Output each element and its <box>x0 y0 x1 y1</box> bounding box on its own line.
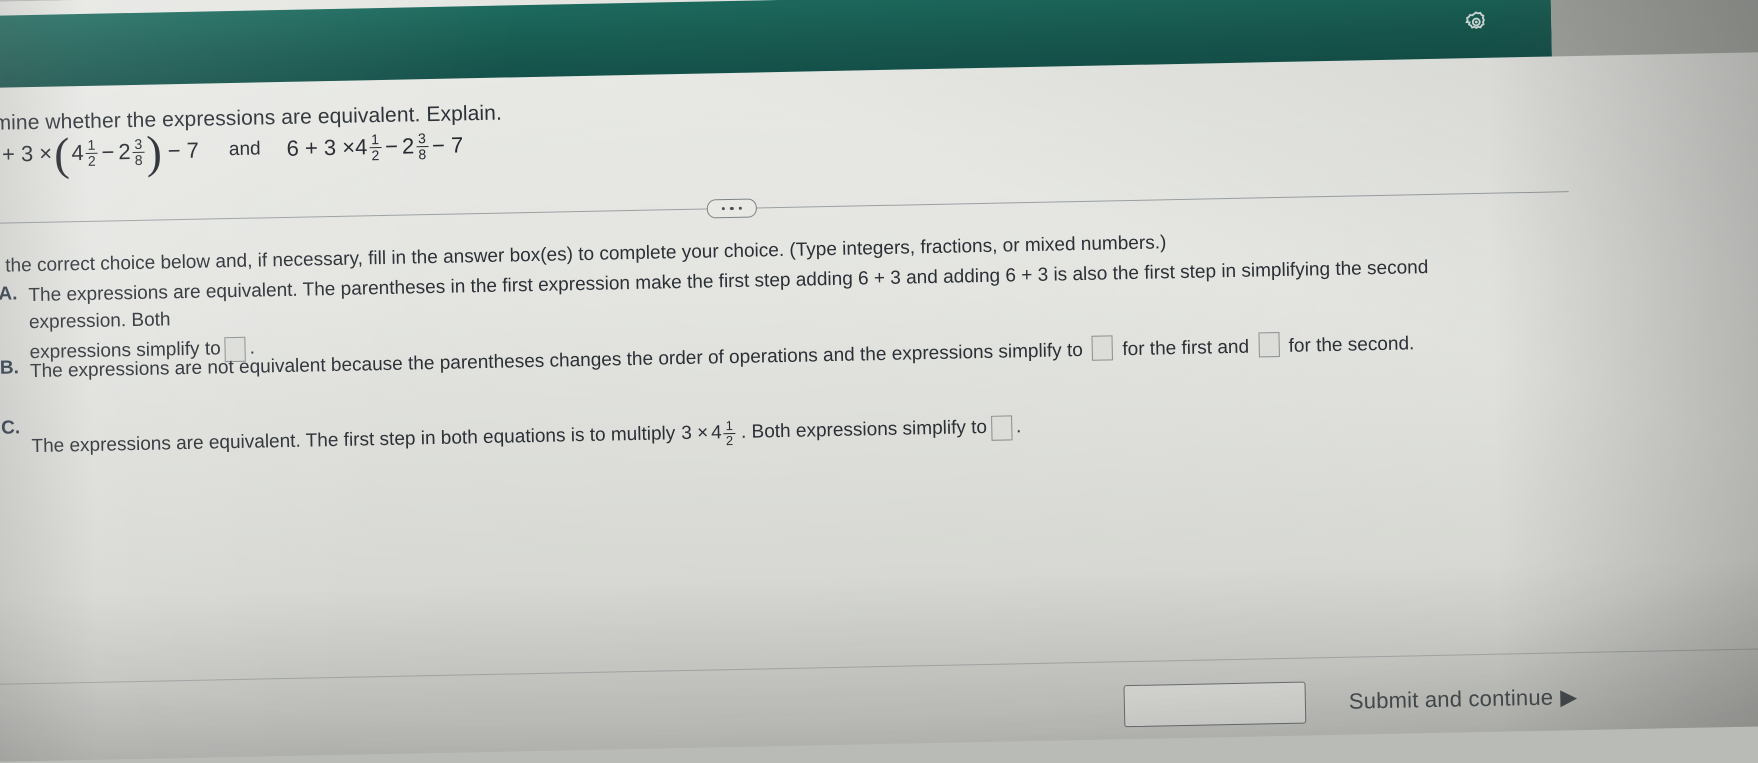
expr2-mixed-two-whole: 2 <box>402 134 415 160</box>
answer-box-c[interactable] <box>991 415 1012 440</box>
submit-label: Submit and continue <box>1349 685 1554 715</box>
expr1-mixed-one-whole: 4 <box>71 140 84 166</box>
ellipsis-dot <box>738 207 741 210</box>
expr1-mixed-one-fraction: 1 2 <box>85 138 97 169</box>
expr2-lead: 6 + 3 × <box>286 135 355 162</box>
play-arrow-icon: ▶ <box>1560 684 1578 710</box>
numerator: 3 <box>416 131 428 146</box>
exercise-page: etermine whether the expressions are equ… <box>0 52 1758 762</box>
choice-c-mixed: 4 1 2 <box>711 419 735 448</box>
denominator: 2 <box>86 152 98 168</box>
ellipsis-dot <box>722 207 725 210</box>
numerator: 3 <box>132 137 144 152</box>
footer-divider <box>0 648 1758 686</box>
choice-letter-a: A. <box>0 283 18 305</box>
choice-c-text-after: . <box>1016 414 1022 441</box>
expr2-mixed-one-fraction: 1 2 <box>369 132 381 163</box>
answer-box-b-first[interactable] <box>1092 335 1113 360</box>
expr2-minus: − <box>385 134 398 160</box>
expr1-mixed-two-fraction: 3 8 <box>132 137 144 168</box>
expr2-mixed-one: 4 1 2 <box>355 132 382 163</box>
expr2-mixed-two: 2 3 8 <box>402 131 429 162</box>
expr1-mixed-one: 4 1 2 <box>71 138 98 169</box>
numerator: 1 <box>369 132 381 147</box>
denominator: 2 <box>369 147 381 163</box>
problem-expressions: 6 + 3 × ( 4 1 2 − 2 3 8 ) <box>0 130 468 170</box>
ellipsis-button[interactable] <box>707 198 757 218</box>
denominator: 2 <box>724 433 736 448</box>
answer-box-b-second[interactable] <box>1258 332 1279 357</box>
submit-and-continue-button[interactable]: Submit and continue ▶ <box>1349 684 1578 715</box>
expr2-mixed-one-whole: 4 <box>355 134 368 160</box>
ellipsis-dot <box>730 207 733 210</box>
expr1-minus: − <box>101 140 114 166</box>
choice-b-text-mid: for the first and <box>1122 337 1249 361</box>
choice-letter-c: C. <box>1 417 20 439</box>
expr2-tail: − 7 <box>432 133 464 160</box>
expression-two: 6 + 3 × 4 1 2 − 2 3 8 − 7 <box>286 130 467 164</box>
choice-c-text-before: The expressions are equivalent. The firs… <box>31 421 675 461</box>
denominator: 8 <box>133 151 145 167</box>
expr2-mixed-two-fraction: 3 8 <box>416 131 428 162</box>
choice-c-mixed-whole: 4 <box>711 420 722 447</box>
choice-c-body: The expressions are equivalent. The firs… <box>31 397 1022 461</box>
conjunction-and: and <box>229 139 261 162</box>
choice-c-math-lead: 3 × <box>681 420 708 448</box>
numerator: 1 <box>723 419 735 433</box>
choice-c-math: 3 × 4 1 2 <box>681 419 735 448</box>
choice-c-line-1: The expressions are equivalent. The firs… <box>31 413 1021 461</box>
choice-b-text-after: for the second. <box>1288 333 1414 357</box>
choice-c-text-mid: . Both expressions simplify to <box>741 415 988 447</box>
expr1-lead: 6 + 3 × <box>0 141 52 168</box>
choice-option-c[interactable]: C. The expressions are equivalent. The f… <box>0 397 1022 462</box>
gear-icon[interactable] <box>1463 9 1490 36</box>
screen-photo: etermine whether the expressions are equ… <box>0 0 1758 762</box>
screen-right-bezel <box>1551 0 1758 56</box>
choice-c-mixed-fraction: 1 2 <box>723 419 735 448</box>
expr1-mixed-two: 2 3 8 <box>118 137 145 168</box>
answer-input[interactable] <box>1123 682 1306 728</box>
expr1-mixed-two-whole: 2 <box>118 139 131 165</box>
choice-letter-b: B. <box>0 357 19 379</box>
denominator: 8 <box>416 146 428 162</box>
expression-one: 6 + 3 × ( 4 1 2 − 2 3 8 ) <box>0 136 203 171</box>
expr1-tail: − 7 <box>167 138 199 165</box>
section-divider <box>0 191 1569 225</box>
numerator: 1 <box>85 138 97 153</box>
